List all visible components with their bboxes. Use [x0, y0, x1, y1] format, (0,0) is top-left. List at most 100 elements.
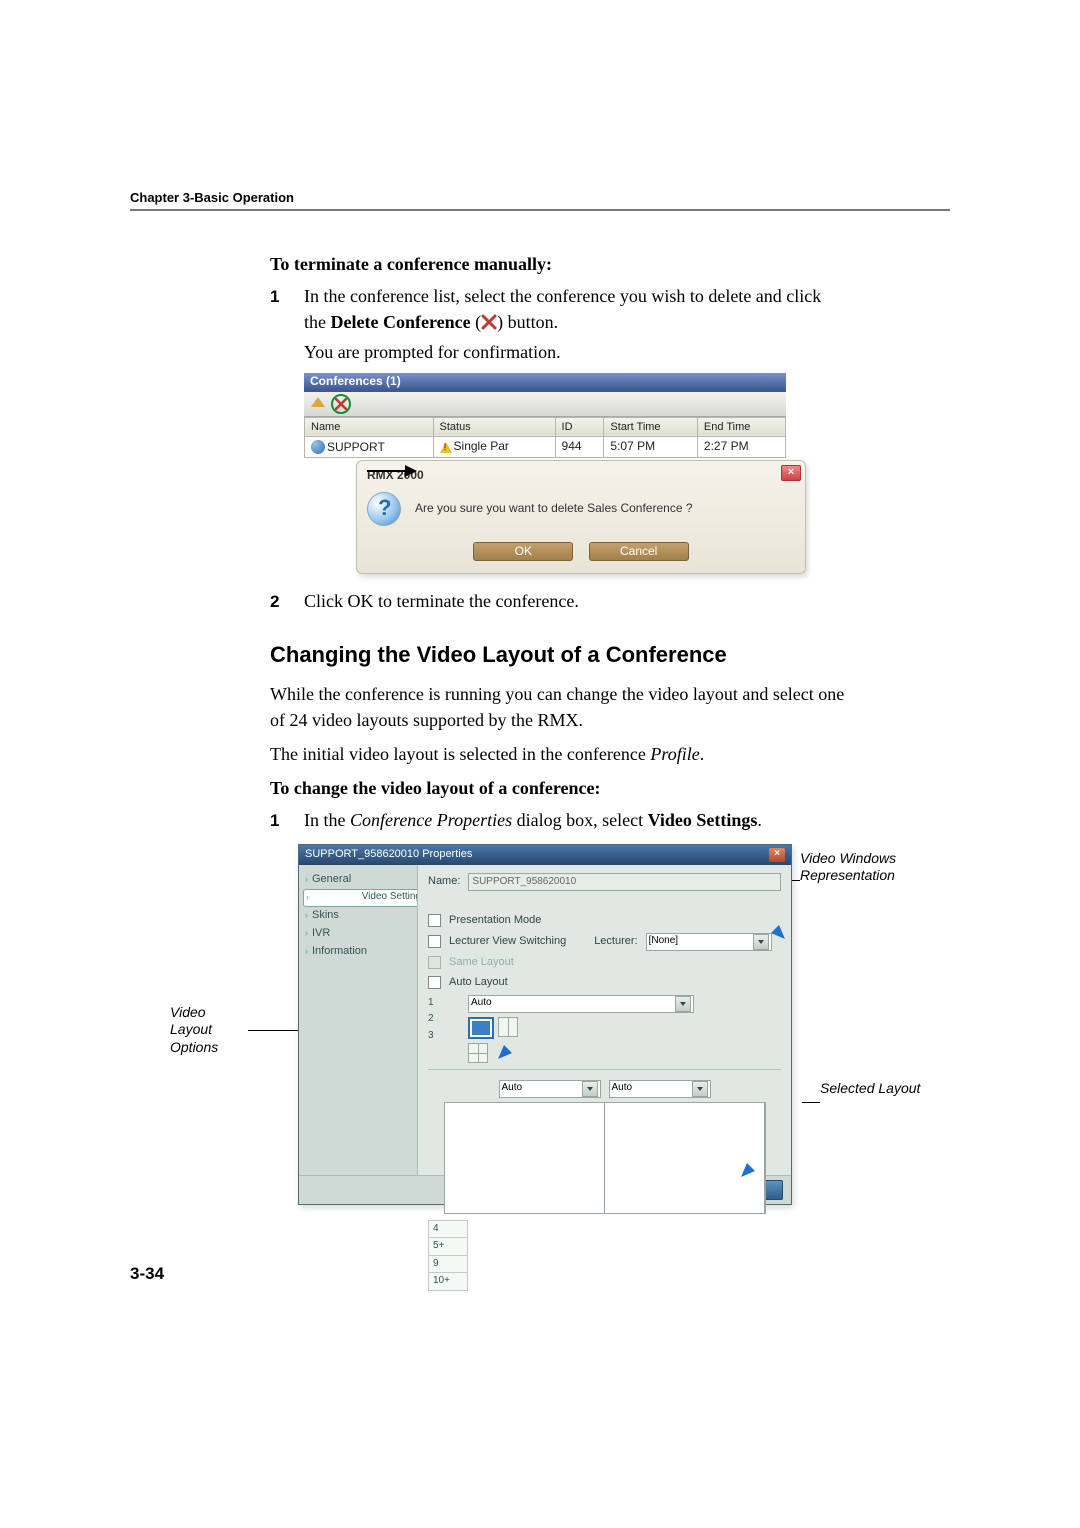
list-item[interactable]: 5+ [428, 1238, 468, 1256]
list-item[interactable]: 9 [428, 1256, 468, 1274]
chevron-down-icon [692, 1081, 708, 1097]
conference-properties-dialog: SUPPORT_958620010 Properties × ›General … [298, 844, 792, 1205]
name-label: Name: [428, 874, 460, 890]
same-layout-checkbox [428, 956, 441, 969]
leader-line [248, 1030, 298, 1031]
cs-c: dialog box, select [512, 810, 647, 830]
presentation-mode-label: Presentation Mode [449, 913, 541, 929]
lecturer-view-label: Lecturer View Switching [449, 934, 566, 950]
lecturer-view-checkbox[interactable] [428, 935, 441, 948]
para-1: While the conference is running you can … [270, 681, 845, 733]
change-layout-heading: To change the video layout of a conferen… [270, 775, 845, 801]
body-content: To terminate a conference manually: 1 In… [270, 251, 845, 1214]
auto-layout-checkbox[interactable] [428, 976, 441, 989]
terminate-heading: To terminate a conference manually: [270, 251, 845, 277]
layout-preview [444, 1102, 766, 1214]
table-header-row: Name Status ID Start Time End Time [305, 417, 786, 436]
terminate-step-2: 2 Click OK to terminate the conference. [270, 588, 845, 615]
auto-layout-label: Auto Layout [449, 975, 508, 991]
delete-conference-toolbar-icon[interactable] [331, 394, 351, 414]
nav-ivr[interactable]: ›IVR [303, 925, 413, 943]
conference-icon [311, 440, 325, 454]
list-item[interactable]: 1 [428, 995, 458, 1012]
presentation-mode-checkbox[interactable] [428, 914, 441, 927]
conferences-table: Name Status ID Start Time End Time SUPPO… [304, 417, 786, 458]
step1-text-d: ) button. [497, 312, 558, 332]
col-status[interactable]: Status [433, 417, 555, 436]
layout-thumb-1[interactable] [468, 1017, 494, 1039]
properties-main: Name: SUPPORT_958620010 Presentation Mod… [417, 865, 791, 1175]
page-number: 3-34 [130, 1264, 164, 1284]
step1-text-c: ( [471, 312, 482, 332]
list-item[interactable]: 4 [428, 1220, 468, 1239]
chapter-title: Chapter 3-Basic Operation [130, 190, 950, 205]
close-icon[interactable]: × [781, 465, 801, 481]
pane2-select[interactable]: Auto [609, 1080, 711, 1098]
leader-line [802, 1102, 820, 1103]
table-row[interactable]: SUPPORT Single Par 944 5:07 PM 2:27 PM [305, 436, 786, 457]
col-end[interactable]: End Time [697, 417, 785, 436]
layout-mode-value: Auto [471, 996, 492, 1011]
confirm-dialog: × RMX 2000 Are you sure you want to dele… [356, 460, 806, 574]
step1-follow: You are prompted for confirmation. [304, 339, 845, 365]
participants-count-list[interactable]: 4 5+ 9 10+ [428, 1220, 468, 1291]
step-number: 1 [270, 807, 304, 834]
properties-figure: Video Layout Options Video Windows Repre… [170, 844, 930, 1214]
chevron-down-icon [582, 1081, 598, 1097]
list-item[interactable]: 2 [428, 1011, 458, 1028]
properties-title: SUPPORT_958620010 Properties [305, 847, 472, 863]
pane1-select[interactable]: Auto [499, 1080, 601, 1098]
cancel-button[interactable]: Cancel [589, 542, 689, 561]
cs-b: Conference Properties [350, 810, 512, 830]
list-item[interactable]: 10+ [428, 1273, 468, 1291]
properties-titlebar: SUPPORT_958620010 Properties × [299, 845, 791, 865]
nav-information[interactable]: ›Information [303, 943, 413, 961]
col-id[interactable]: ID [555, 417, 604, 436]
row-id: 944 [555, 436, 604, 457]
question-icon [367, 492, 401, 526]
properties-nav: ›General ›Video Settings ›Skins ›IVR ›In… [299, 865, 417, 1175]
pane1-value: Auto [502, 1081, 523, 1096]
lecturer-select[interactable]: [None] [646, 933, 772, 951]
confirm-dialog-message: Are you sure you want to delete Sales Co… [415, 502, 693, 515]
new-conference-icon[interactable] [308, 394, 328, 414]
section-heading: Changing the Video Layout of a Conferenc… [270, 639, 845, 671]
layout-thumb-4[interactable] [468, 1043, 488, 1063]
step-number: 1 [270, 283, 304, 584]
preview-pane[interactable] [445, 1103, 605, 1213]
conferences-titlebar: Conferences (1) [304, 373, 786, 391]
label-video-layout-options: Video Layout Options [170, 1004, 250, 1057]
nav-general[interactable]: ›General [303, 871, 413, 889]
layout-thumb-2[interactable] [498, 1017, 518, 1037]
lecturer-value: [None] [649, 934, 678, 949]
nav-skins[interactable]: ›Skins [303, 907, 413, 925]
nav-label: IVR [312, 926, 330, 942]
close-icon[interactable]: × [769, 848, 785, 862]
row-name: SUPPORT [327, 440, 385, 454]
warning-icon [440, 442, 452, 453]
terminate-step-1: 1 In the conference list, select the con… [270, 283, 845, 584]
step1-text-bold: Delete Conference [331, 312, 471, 332]
para-2c: . [700, 744, 705, 764]
same-layout-label: Same Layout [449, 955, 514, 971]
ok-button[interactable]: OK [473, 542, 573, 561]
list-item[interactable]: 3 [428, 1028, 458, 1045]
nav-video-settings[interactable]: ›Video Settings [303, 889, 429, 907]
header-rule [130, 209, 950, 211]
confirm-dialog-title: RMX 2000 [367, 469, 795, 482]
label-selected-layout: Selected Layout [820, 1080, 930, 1098]
chevron-down-icon [675, 996, 691, 1012]
layout-mode-select[interactable]: Auto [468, 995, 694, 1013]
layout-count-list[interactable]: 1 2 3 [428, 995, 458, 1045]
col-name[interactable]: Name [305, 417, 434, 436]
delete-conference-icon [481, 314, 497, 330]
change-step-1: 1 In the Conference Properties dialog bo… [270, 807, 845, 834]
preview-pane[interactable] [605, 1103, 765, 1213]
step-number: 2 [270, 588, 304, 615]
row-end: 2:27 PM [697, 436, 785, 457]
row-start: 5:07 PM [604, 436, 697, 457]
lecturer-label: Lecturer: [594, 934, 637, 950]
label-video-windows-rep: Video Windows Representation [800, 850, 930, 885]
conferences-toolbar [304, 392, 786, 417]
col-start[interactable]: Start Time [604, 417, 697, 436]
